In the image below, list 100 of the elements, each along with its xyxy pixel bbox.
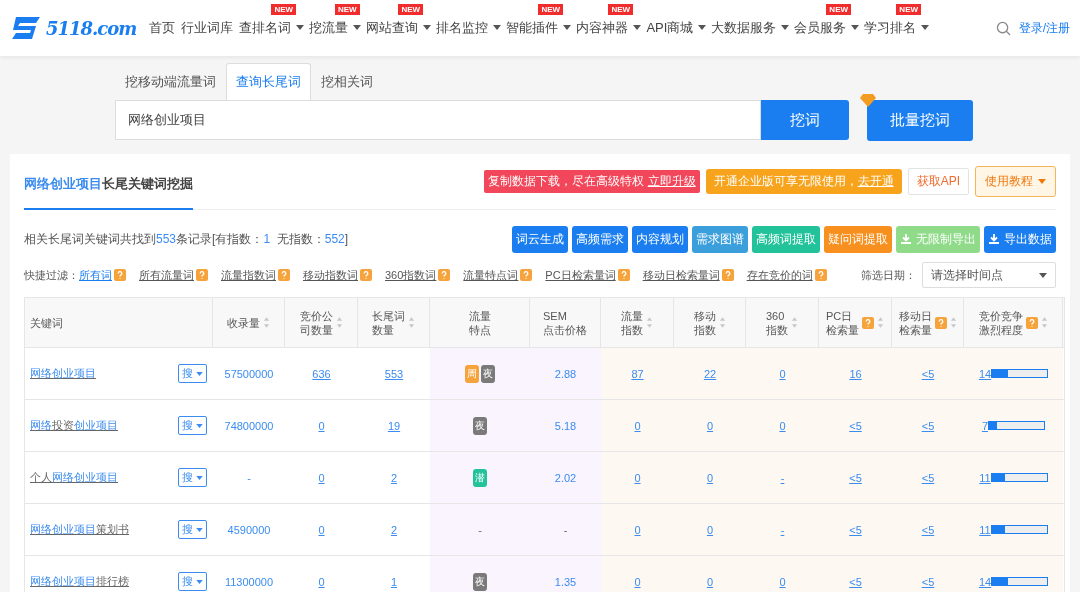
sort-icon[interactable] xyxy=(949,316,957,329)
caret-icon[interactable] xyxy=(423,25,432,30)
search-engine-select[interactable]: 搜 xyxy=(178,364,207,383)
index-link[interactable]: <5 xyxy=(921,367,935,380)
search-tab[interactable]: 查询长尾词 xyxy=(226,63,311,100)
sort-icon[interactable] xyxy=(1040,316,1048,329)
index-link[interactable]: 0 xyxy=(706,419,714,432)
keyword-link[interactable]: 网络投资创业项目 xyxy=(30,418,118,433)
toolbar-button[interactable]: 疑问词提取 xyxy=(824,225,892,253)
bid-companies-link[interactable]: 636 xyxy=(312,367,331,380)
nav-item[interactable]: 内容神器 xyxy=(573,19,632,37)
filter-link[interactable]: 存在竞价的词 xyxy=(746,267,813,283)
long-tail-link[interactable]: 19 xyxy=(387,419,401,432)
index-link[interactable]: <5 xyxy=(921,523,935,536)
index-link[interactable]: <5 xyxy=(849,419,862,432)
help-icon[interactable] xyxy=(520,269,533,281)
help-icon[interactable] xyxy=(360,269,372,281)
index-link[interactable]: 16 xyxy=(849,367,862,380)
long-tail-link[interactable]: 2 xyxy=(390,471,398,484)
index-link[interactable]: <5 xyxy=(849,471,862,484)
index-link[interactable]: 0 xyxy=(706,575,714,588)
login-link[interactable]: 登录/注册 xyxy=(1018,19,1070,37)
long-tail-link[interactable]: 2 xyxy=(390,523,398,536)
bid-companies-link[interactable]: 0 xyxy=(318,471,325,484)
bid-companies-link[interactable]: 0 xyxy=(318,523,325,536)
toolbar-button[interactable]: 内容规划 xyxy=(632,225,688,253)
help-icon[interactable] xyxy=(278,269,290,281)
caret-icon[interactable] xyxy=(196,371,203,376)
nav-item[interactable]: 大数据服务 xyxy=(708,19,780,37)
api-button[interactable]: 获取API xyxy=(907,168,969,195)
index-link[interactable]: 0 xyxy=(634,419,641,432)
competition-link[interactable]: 11 xyxy=(979,471,991,484)
sort-icon[interactable] xyxy=(408,316,415,329)
index-link[interactable]: 0 xyxy=(634,523,641,536)
index-link[interactable]: <5 xyxy=(849,575,862,588)
help-icon[interactable] xyxy=(1025,316,1038,329)
index-link[interactable]: - xyxy=(780,471,785,484)
caret-icon[interactable] xyxy=(353,25,362,30)
nav-item[interactable]: 排名监控 xyxy=(433,19,492,37)
bid-companies-link[interactable]: 0 xyxy=(318,419,325,432)
search-engine-select[interactable]: 搜 xyxy=(178,572,207,591)
column-header[interactable]: 收录量 xyxy=(213,298,285,347)
index-link[interactable]: 0 xyxy=(634,471,641,484)
column-header[interactable]: 流量指数 xyxy=(601,298,674,347)
column-header[interactable]: 移动日检索量 xyxy=(892,298,964,347)
nav-item[interactable]: 查排名词 xyxy=(236,19,295,37)
column-header[interactable]: 竞价竞争激烈程度 xyxy=(964,298,1063,347)
filter-link[interactable]: 移动日检索量词 xyxy=(642,267,720,283)
keyword-link[interactable]: 网络创业项目排行榜 xyxy=(30,574,129,589)
index-link[interactable]: 0 xyxy=(779,575,786,588)
caret-icon[interactable] xyxy=(1039,272,1047,278)
nav-item[interactable]: 行业词库 xyxy=(178,19,237,37)
caret-icon[interactable] xyxy=(196,527,203,532)
help-icon[interactable] xyxy=(721,269,734,281)
caret-icon[interactable] xyxy=(196,579,203,584)
competition-link[interactable]: 7 xyxy=(981,419,989,432)
batch-dig-button[interactable]: 批量挖词 xyxy=(867,100,973,141)
filter-link[interactable]: 所有词 xyxy=(79,267,112,283)
help-icon[interactable] xyxy=(862,316,874,329)
caret-icon[interactable] xyxy=(196,423,203,428)
column-header[interactable]: 流量特点 xyxy=(430,298,530,347)
column-header[interactable]: 关键词 xyxy=(25,298,213,347)
sort-icon[interactable] xyxy=(646,316,653,329)
index-link[interactable]: 0 xyxy=(634,575,641,588)
nav-item[interactable]: 首页 xyxy=(146,19,179,37)
caret-icon[interactable] xyxy=(196,475,203,480)
index-link[interactable]: <5 xyxy=(849,523,862,536)
sort-icon[interactable] xyxy=(718,316,726,329)
nav-item[interactable]: 智能插件 xyxy=(503,19,562,37)
caret-icon[interactable] xyxy=(921,25,930,30)
keyword-link[interactable]: 网络创业项目策划书 xyxy=(30,522,129,537)
help-icon[interactable] xyxy=(438,269,451,281)
search-tab[interactable]: 挖相关词 xyxy=(311,63,383,100)
competition-link[interactable]: 11 xyxy=(979,523,991,536)
search-field[interactable]: 网络创业项目 xyxy=(115,100,761,140)
column-header[interactable]: 长尾词数量 xyxy=(358,298,430,347)
help-icon[interactable] xyxy=(617,269,630,281)
search-icon[interactable] xyxy=(995,20,1011,36)
sort-icon[interactable] xyxy=(791,316,798,329)
search-engine-select[interactable]: 搜 xyxy=(178,416,207,435)
bid-companies-link[interactable]: 0 xyxy=(318,575,325,588)
sort-icon[interactable] xyxy=(335,316,343,329)
column-header[interactable]: PC日检索量 xyxy=(819,298,892,347)
index-link[interactable]: - xyxy=(780,523,785,536)
search-engine-select[interactable]: 搜 xyxy=(178,520,207,539)
help-icon[interactable] xyxy=(814,269,827,281)
caret-icon[interactable] xyxy=(781,25,790,30)
column-header[interactable]: 竞价公司数量 xyxy=(285,298,358,347)
toolbar-button[interactable]: 高频词提取 xyxy=(752,225,820,253)
help-icon[interactable] xyxy=(114,269,126,281)
nav-item[interactable]: 会员服务 xyxy=(791,19,850,37)
upgrade-link[interactable]: 立即升级 xyxy=(647,174,696,188)
column-header[interactable]: SEM 点击价格 xyxy=(530,298,601,347)
competition-link[interactable]: 14 xyxy=(978,367,992,380)
sort-icon[interactable] xyxy=(263,316,270,329)
nav-item[interactable]: API商城 xyxy=(643,19,697,37)
index-link[interactable]: 0 xyxy=(779,419,786,432)
index-link[interactable]: 0 xyxy=(706,523,714,536)
competition-link[interactable]: 14 xyxy=(978,575,992,588)
tutorial-button[interactable]: 使用教程 xyxy=(975,166,1056,197)
